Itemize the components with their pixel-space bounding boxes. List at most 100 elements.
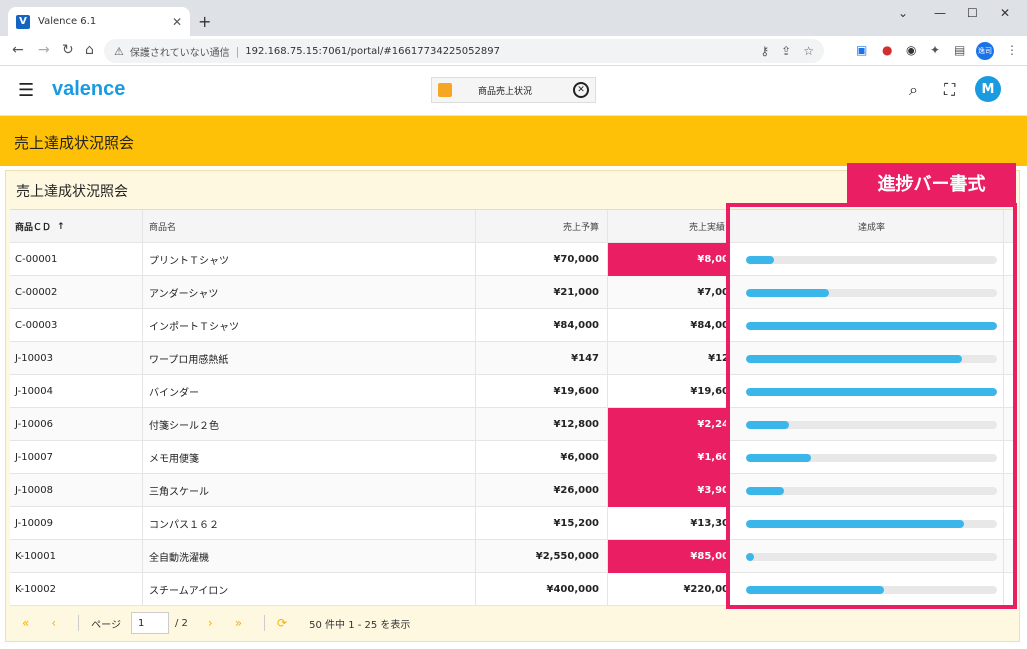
cell-budget: ¥12,800 — [476, 408, 608, 441]
cell-code: C-00003 — [10, 309, 143, 342]
page-number-input[interactable]: 1 — [130, 612, 169, 634]
back-arrow-icon[interactable]: ← — [12, 42, 24, 58]
cell-code: J-10003 — [10, 342, 143, 375]
page-title-bar: 売上達成状況照会 — [0, 116, 1027, 166]
column-header-budget[interactable]: 売上予算 — [476, 210, 608, 243]
key-icon[interactable]: ⚷ — [760, 44, 769, 58]
fullscreen-icon[interactable]: ⛶ — [944, 80, 955, 100]
cell-actual: ¥13,30 — [608, 507, 730, 540]
home-icon[interactable]: ⌂ — [85, 42, 94, 58]
browser-tab-strip: V Valence 6.1 ✕ + ⌄ — ☐ ✕ — [0, 0, 1027, 36]
cell-name: 付箋シール２色 — [143, 408, 476, 441]
cell-name: 全自動洗濯機 — [143, 540, 476, 573]
cell-budget: ¥6,000 — [476, 441, 608, 474]
app-open-tab-label: 商品売上状況 — [478, 86, 533, 97]
cell-budget: ¥400,000 — [476, 573, 608, 606]
page-title: 売上達成状況照会 — [14, 134, 135, 152]
cell-budget: ¥2,550,000 — [476, 540, 608, 573]
browser-profile-avatar[interactable]: 逸司 — [976, 42, 994, 60]
close-tab-icon[interactable]: ✕ — [172, 15, 182, 29]
cell-code: J-10009 — [10, 507, 143, 540]
sort-ascending-icon: ↑ — [57, 221, 65, 232]
column-header-code[interactable]: 商品ＣＤ ↑ — [10, 210, 143, 243]
package-icon — [438, 83, 452, 97]
cell-name: アンダーシャツ — [143, 276, 476, 309]
tab-search-chevron-icon[interactable]: ⌄ — [898, 6, 908, 20]
cell-actual: ¥3,90 — [608, 474, 730, 507]
extensions-puzzle-icon[interactable]: ✦ — [930, 43, 940, 57]
valence-favicon-icon: V — [16, 14, 30, 29]
column-header-code-label: 商品ＣＤ — [15, 223, 52, 233]
cell-name: メモ用便箋 — [143, 441, 476, 474]
cell-actual: ¥220,00 — [608, 573, 730, 606]
cell-code: K-10002 — [10, 573, 143, 606]
next-page-icon[interactable]: › — [208, 616, 213, 630]
forward-arrow-icon[interactable]: → — [38, 42, 50, 58]
annotation-highlight-box — [726, 203, 1017, 609]
cell-name: バインダー — [143, 375, 476, 408]
divider — [78, 615, 80, 631]
search-icon[interactable]: ⌕ — [909, 80, 918, 100]
cell-actual: ¥2,24 — [608, 408, 730, 441]
cell-code: J-10007 — [10, 441, 143, 474]
last-page-icon[interactable]: » — [235, 616, 242, 630]
pager: « ‹ ページ 1 / 2 › » ⟳ 50 件中 1 - 25 を表示 — [10, 607, 1017, 639]
extension-globe-icon[interactable]: ◉ — [906, 43, 916, 57]
valence-logo[interactable]: valence — [52, 78, 125, 101]
share-icon[interactable]: ⇪ — [781, 44, 791, 58]
new-tab-button[interactable]: + — [198, 12, 211, 31]
cell-code: C-00001 — [10, 243, 143, 276]
url-text[interactable]: 192.168.75.15:7061/portal/#1661773422505… — [245, 46, 748, 57]
cell-actual: ¥1,60 — [608, 441, 730, 474]
browser-tab[interactable]: V Valence 6.1 ✕ — [8, 7, 190, 36]
browser-tab-title: Valence 6.1 — [38, 16, 97, 27]
app-header: ☰ valence 商品売上状況 ✕ ⌕ ⛶ M — [0, 66, 1027, 116]
first-page-icon[interactable]: « — [22, 616, 29, 630]
cell-actual: ¥19,60 — [608, 375, 730, 408]
browser-menu-icon[interactable]: ⋮ — [1006, 43, 1018, 57]
cell-budget: ¥147 — [476, 342, 608, 375]
cell-actual: ¥8,00 — [608, 243, 730, 276]
column-header-actual[interactable]: 売上実績 — [608, 210, 730, 243]
extension-red-icon[interactable]: ● — [882, 43, 892, 57]
cell-actual: ¥7,00 — [608, 276, 730, 309]
maximize-button[interactable]: ☐ — [967, 6, 978, 20]
minimize-button[interactable]: — — [934, 6, 946, 20]
reload-icon[interactable]: ↻ — [62, 42, 74, 58]
cell-name: ワープロ用感熱紙 — [143, 342, 476, 375]
cell-actual: ¥85,00 — [608, 540, 730, 573]
cell-budget: ¥84,000 — [476, 309, 608, 342]
cell-code: J-10006 — [10, 408, 143, 441]
column-header-name[interactable]: 商品名 — [143, 210, 476, 243]
cell-budget: ¥21,000 — [476, 276, 608, 309]
cell-budget: ¥15,200 — [476, 507, 608, 540]
refresh-icon[interactable]: ⟳ — [277, 616, 287, 630]
cell-name: 三角スケール — [143, 474, 476, 507]
cell-name: スチームアイロン — [143, 573, 476, 606]
cell-actual: ¥84,00 — [608, 309, 730, 342]
close-window-button[interactable]: ✕ — [1000, 6, 1010, 20]
cell-code: J-10004 — [10, 375, 143, 408]
star-icon[interactable]: ☆ — [803, 44, 814, 58]
panel-title: 売上達成状況照会 — [16, 184, 128, 200]
cell-actual: ¥12 — [608, 342, 730, 375]
cell-name: プリントＴシャツ — [143, 243, 476, 276]
cell-budget: ¥19,600 — [476, 375, 608, 408]
previous-page-icon[interactable]: ‹ — [51, 616, 56, 630]
divider — [264, 615, 266, 631]
cell-budget: ¥26,000 — [476, 474, 608, 507]
close-app-tab-icon[interactable]: ✕ — [573, 82, 589, 98]
side-panel-icon[interactable]: ▤ — [954, 43, 965, 57]
divider: | — [235, 44, 240, 58]
cell-name: インポートＴシャツ — [143, 309, 476, 342]
warning-icon[interactable]: ⚠ — [114, 45, 124, 58]
extension-new-icon[interactable]: ▣ — [856, 43, 867, 57]
address-bar[interactable]: ⚠ 保護されていない通信 | 192.168.75.15:7061/portal… — [104, 39, 824, 63]
app-open-tab[interactable]: 商品売上状況 ✕ — [431, 77, 596, 103]
cell-budget: ¥70,000 — [476, 243, 608, 276]
cell-code: K-10001 — [10, 540, 143, 573]
user-avatar[interactable]: M — [975, 76, 1001, 102]
annotation-label: 進捗バー書式 — [847, 163, 1016, 203]
security-status: 保護されていない通信 — [129, 47, 230, 59]
hamburger-menu-icon[interactable]: ☰ — [18, 80, 34, 101]
